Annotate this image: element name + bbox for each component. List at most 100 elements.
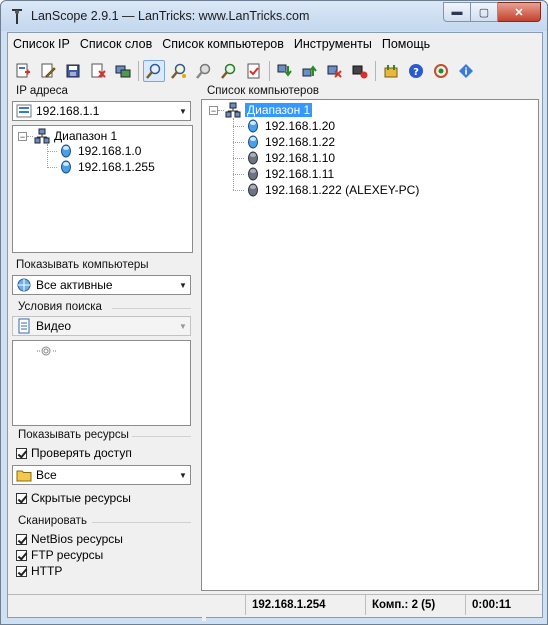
folder-icon — [16, 470, 32, 482]
search-button[interactable] — [143, 60, 165, 82]
computer-down-button[interactable] — [274, 60, 296, 82]
scan-label: Сканировать — [18, 515, 87, 527]
checkbox-check-icon — [16, 492, 27, 504]
computer-item[interactable]: 192.168.1.20 — [245, 118, 335, 134]
computer-remove-icon — [327, 65, 342, 78]
plugin-button[interactable] — [380, 60, 402, 82]
computer-list-label: Список компьютеров — [207, 85, 319, 97]
menu-help[interactable]: Помощь — [377, 35, 435, 55]
status-time: 0:00:11 — [472, 599, 512, 611]
chevron-down-icon[interactable]: ▼ — [176, 107, 190, 116]
ip-tree[interactable]: − Диапазон 1 192.168.1.0 192.168.1.255 — [12, 125, 193, 253]
toolbar: ? i — [12, 58, 480, 84]
collapse-toggle[interactable]: − — [209, 106, 218, 116]
chevron-down-icon[interactable]: ▼ — [176, 471, 190, 480]
scan-netbios-label: NetBios ресурсы — [31, 532, 123, 546]
menu-bar: Список IP Список слов Список компьютеров… — [8, 35, 435, 55]
delete-ip-button[interactable] — [87, 60, 109, 82]
tree-line — [233, 126, 244, 127]
add-ip-button[interactable] — [12, 60, 34, 82]
toolbar-separator — [138, 61, 139, 81]
scan-http-checkbox[interactable]: HTTP — [16, 564, 62, 578]
show-computers-combo[interactable]: Все активные ▼ — [12, 275, 191, 295]
search-conditions-combo[interactable]: Видео ▼ — [12, 316, 191, 336]
tree-line — [27, 136, 33, 137]
toolbar-separator — [269, 61, 270, 81]
status-empty — [8, 595, 246, 615]
document-icon — [18, 318, 30, 334]
computer-item[interactable]: 192.168.1.22 — [245, 134, 335, 150]
check-access-checkbox[interactable]: Проверять доступ — [16, 446, 132, 460]
checkbox-check-icon — [16, 447, 27, 459]
status-ip: 192.168.1.254 — [246, 595, 366, 615]
network-icon — [225, 102, 241, 118]
show-computers-label: Показывать компьютеры — [16, 259, 149, 271]
info-icon: i — [459, 64, 473, 78]
menu-computer-list[interactable]: Список компьютеров — [157, 35, 289, 55]
scan-netbios-checkbox[interactable]: NetBios ресурсы — [16, 532, 123, 546]
chevron-down-icon[interactable]: ▼ — [176, 281, 190, 290]
computer-up-button[interactable] — [299, 60, 321, 82]
computer-tree[interactable]: − Диапазон 1 192.168.1.20 192.168.1.22 1… — [201, 99, 539, 591]
search-wizard-button[interactable] — [168, 60, 190, 82]
ip-combo[interactable]: 192.168.1.1 ▼ — [12, 101, 191, 121]
computer-icon — [61, 160, 71, 174]
chevron-down-icon[interactable]: ▼ — [176, 322, 190, 331]
scan-ftp-checkbox[interactable]: FTP ресурсы — [16, 548, 103, 562]
computer-item-label: 192.168.1.10 — [265, 151, 336, 165]
tree-line — [233, 190, 244, 191]
help-icon: ? — [409, 64, 423, 78]
minimize-button[interactable]: ▬ — [443, 2, 471, 22]
client-area: Список IP Список слов Список компьютеров… — [7, 32, 543, 621]
help-button[interactable]: ? — [405, 60, 427, 82]
plugin-icon — [384, 65, 398, 78]
check-access-label: Проверять доступ — [31, 446, 132, 460]
ip-tree-root[interactable]: Диапазон 1 — [34, 128, 117, 144]
edit-ip-button[interactable] — [37, 60, 59, 82]
search-wizard-icon — [171, 63, 186, 79]
scan-ip-button[interactable] — [112, 60, 134, 82]
checklist-button[interactable] — [243, 60, 265, 82]
search-conditions-label: Условия поиска — [18, 301, 102, 313]
ip-combo-value: 192.168.1.1 — [36, 104, 100, 118]
computer-item[interactable]: 192.168.1.222 (ALEXEY-PC) — [245, 182, 419, 198]
computer-online-icon — [248, 135, 258, 149]
find-button[interactable] — [193, 60, 215, 82]
menu-word-list[interactable]: Список слов — [75, 35, 157, 55]
computer-stop-icon — [352, 65, 368, 79]
checkbox-check-icon — [16, 549, 27, 561]
window-title: LanScope 2.9.1 — LanTricks: www.LanTrick… — [31, 9, 310, 23]
menu-tools[interactable]: Инструменты — [289, 35, 377, 55]
group-divider — [132, 436, 191, 437]
add-ip-icon — [16, 63, 30, 78]
computer-remove-button[interactable] — [324, 60, 346, 82]
ip-tree-item[interactable]: 192.168.1.0 — [58, 143, 141, 159]
search-conditions-value: Видео — [36, 319, 72, 333]
computer-item[interactable]: 192.168.1.11 — [245, 166, 334, 182]
menu-ip-list[interactable]: Список IP — [8, 35, 75, 55]
computer-stop-button[interactable] — [349, 60, 371, 82]
title-bar[interactable]: LanScope 2.9.1 — LanTricks: www.LanTrick… — [1, 1, 547, 31]
collapse-toggle[interactable]: − — [18, 132, 27, 142]
info-button[interactable]: i — [455, 60, 477, 82]
status-count: Комп.: 2 (5) — [366, 595, 466, 615]
resources-combo[interactable]: Все ▼ — [12, 465, 191, 485]
find-icon — [196, 63, 211, 79]
save-ip-button[interactable] — [62, 60, 84, 82]
computer-item[interactable]: 192.168.1.10 — [245, 150, 335, 166]
maximize-button[interactable]: ▢ — [471, 2, 498, 22]
computer-tree-root-label: Диапазон 1 — [245, 103, 313, 117]
ip-tree-item[interactable]: 192.168.1.255 — [58, 159, 155, 175]
computer-tree-root[interactable]: Диапазон 1 — [225, 102, 313, 118]
svg-text:?: ? — [413, 67, 419, 78]
find-next-button[interactable] — [218, 60, 240, 82]
computer-item-label: 192.168.1.222 (ALEXEY-PC) — [265, 183, 420, 197]
tree-line — [233, 118, 234, 190]
hidden-resources-checkbox[interactable]: Скрытые ресурсы — [16, 491, 131, 505]
close-button[interactable]: ✕ — [498, 2, 541, 22]
computer-item-label: 192.168.1.22 — [265, 135, 336, 149]
computer-icon — [61, 144, 71, 158]
update-button[interactable] — [430, 60, 452, 82]
delete-ip-icon — [91, 63, 106, 78]
search-conditions-list[interactable] — [12, 340, 191, 426]
